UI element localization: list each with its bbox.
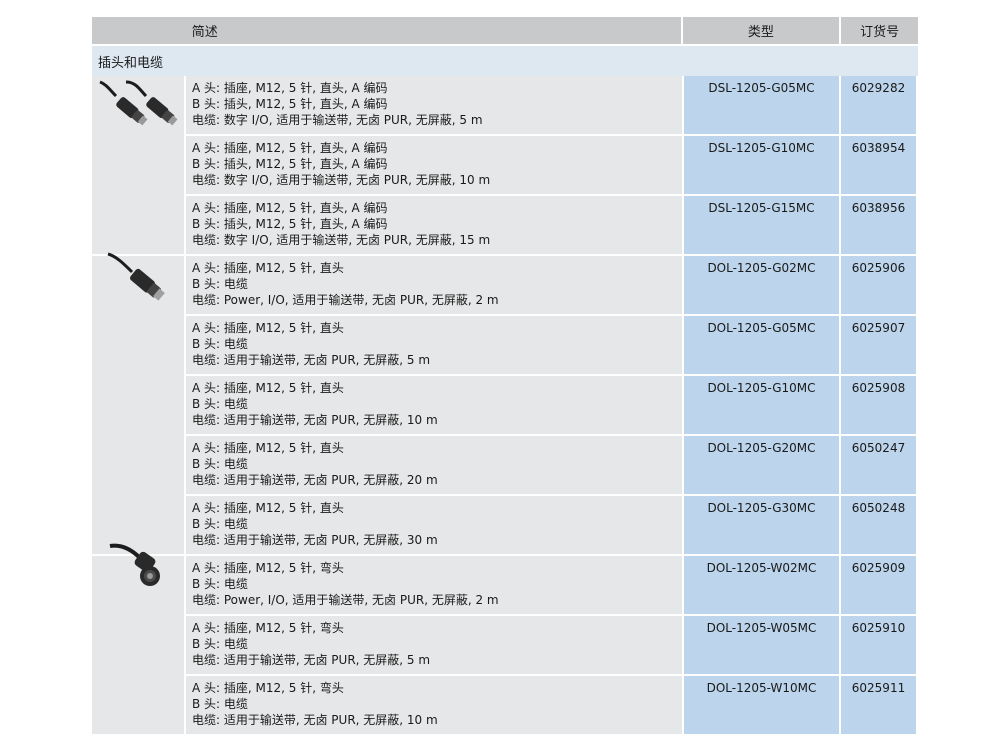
order-number-cell: 6029282: [839, 76, 916, 134]
type-cell: DOL-1205-G02MC: [682, 256, 839, 314]
image-cell: [92, 134, 184, 194]
table-row: A 头: 插座, M12, 5 针, 直头 B 头: 电缆电缆: 适用于输送带, …: [92, 494, 918, 554]
type-cell: DOL-1205-W05MC: [682, 616, 839, 674]
order-number-cell: 6025908: [839, 376, 916, 434]
table-row: A 头: 插座, M12, 5 针, 直头 B 头: 电缆电缆: 适用于输送带, …: [92, 374, 918, 434]
order-number-cell: 6025906: [839, 256, 916, 314]
connector-a-line: A 头: 插座, M12, 5 针, 直头: [192, 441, 344, 455]
connector-b-line: B 头: 电缆: [192, 457, 248, 471]
table-row: A 头: 插座, M12, 5 针, 直头, A 编码 B 头: 插头, M12,…: [92, 76, 918, 134]
product-table: 简述 类型 订货号 插头和电缆 A 头: 插座, M12, 5 针, 直头, A…: [92, 17, 918, 734]
single-m12-angled-cable-icon: [109, 543, 160, 586]
table-row: A 头: 插座, M12, 5 针, 直头, A 编码 B 头: 插头, M12,…: [92, 194, 918, 254]
order-number-cell: 6038956: [839, 196, 916, 254]
table-row: A 头: 插座, M12, 5 针, 直头 B 头: 电缆电缆: Power, I…: [92, 254, 918, 314]
order-number-cell: 6025911: [839, 676, 916, 734]
connector-a-line: A 头: 插座, M12, 5 针, 弯头: [192, 681, 344, 695]
table-row: A 头: 插座, M12, 5 针, 直头 B 头: 电缆电缆: 适用于输送带, …: [92, 314, 918, 374]
single-m12-straight-cable-icon: [107, 252, 165, 301]
cable-line: 电缆: Power, I/O, 适用于输送带, 无卤 PUR, 无屏蔽, 2 m: [192, 593, 499, 607]
type-cell: DSL-1205-G15MC: [682, 196, 839, 254]
order-number-cell: 6025907: [839, 316, 916, 374]
image-cell: [92, 314, 184, 374]
description-cell: A 头: 插座, M12, 5 针, 直头, A 编码 B 头: 插头, M12,…: [184, 76, 682, 134]
type-cell: DOL-1205-W02MC: [682, 556, 839, 614]
table-row: A 头: 插座, M12, 5 针, 弯头 B 头: 电缆 电缆: 适用于输送带, …: [92, 674, 918, 734]
connector-a-line: A 头: 插座, M12, 5 针, 直头: [192, 381, 344, 395]
table-row: A 头: 插座, M12, 5 针, 弯头 B 头: 电缆电缆: Power, I…: [92, 554, 918, 614]
cable-line: 电缆: 适用于输送带, 无卤 PUR, 无屏蔽, 5 m: [192, 353, 431, 367]
description-cell: A 头: 插座, M12, 5 针, 直头 B 头: 电缆电缆: 适用于输送带, …: [184, 316, 682, 374]
order-number-cell: 6025910: [839, 616, 916, 674]
type-cell: DOL-1205-G30MC: [682, 496, 839, 554]
connector-b-line: B 头: 电缆: [192, 517, 248, 531]
description-cell: A 头: 插座, M12, 5 针, 弯头 B 头: 电缆 电缆: 适用于输送带, …: [184, 676, 682, 734]
cable-line: 电缆: 适用于输送带, 无卤 PUR, 无屏蔽, 20 m: [192, 473, 438, 487]
cable-line: 电缆: 数字 I/O, 适用于输送带, 无卤 PUR, 无屏蔽, 10 m: [192, 173, 491, 187]
cable-line: 电缆: 数字 I/O, 适用于输送带, 无卤 PUR, 无屏蔽, 15 m: [192, 233, 491, 247]
cable-line: 电缆: 适用于输送带, 无卤 PUR, 无屏蔽, 30 m: [192, 533, 438, 547]
table-body: A 头: 插座, M12, 5 针, 直头, A 编码 B 头: 插头, M12,…: [92, 76, 918, 734]
connector-b-line: B 头: 插头, M12, 5 针, 直头, A 编码: [192, 217, 388, 231]
connector-b-line: B 头: 电缆: [192, 637, 248, 651]
connector-b-line: B 头: 电缆: [192, 277, 248, 291]
connector-b-line: B 头: 电缆: [192, 337, 248, 351]
description-cell: A 头: 插座, M12, 5 针, 直头 B 头: 电缆电缆: 适用于输送带, …: [184, 496, 682, 554]
cable-line: 电缆: 适用于输送带, 无卤 PUR, 无屏蔽, 10 m: [192, 413, 438, 427]
type-cell: DOL-1205-G10MC: [682, 376, 839, 434]
order-number-cell: 6025909: [839, 556, 916, 614]
table-row: A 头: 插座, M12, 5 针, 直头 B 头: 电缆电缆: 适用于输送带, …: [92, 434, 918, 494]
description-cell: A 头: 插座, M12, 5 针, 直头, A 编码 B 头: 插头, M12,…: [184, 136, 682, 194]
image-cell: [92, 614, 184, 674]
section-title: 插头和电缆: [92, 46, 918, 76]
description-cell: A 头: 插座, M12, 5 针, 直头 B 头: 电缆电缆: Power, I…: [184, 256, 682, 314]
header-description: 简述: [191, 25, 218, 40]
type-cell: DOL-1205-G20MC: [682, 436, 839, 494]
description-cell: A 头: 插座, M12, 5 针, 弯头 B 头: 电缆电缆: 适用于输送带, …: [184, 616, 682, 674]
type-cell: DSL-1205-G10MC: [682, 136, 839, 194]
cable-line: 电缆: 适用于输送带, 无卤 PUR, 无屏蔽, 5 m: [192, 653, 431, 667]
connector-a-line: A 头: 插座, M12, 5 针, 直头, A 编码: [192, 81, 388, 95]
header-order-number: 订货号: [839, 17, 918, 44]
order-number-cell: 6050248: [839, 496, 916, 554]
connector-a-line: A 头: 插座, M12, 5 针, 直头: [192, 261, 344, 275]
connector-b-line: B 头: 插头, M12, 5 针, 直头, A 编码: [192, 97, 388, 111]
connector-a-line: A 头: 插座, M12, 5 针, 直头: [192, 501, 344, 515]
header-type: 类型: [680, 17, 840, 44]
description-cell: A 头: 插座, M12, 5 针, 直头 B 头: 电缆电缆: 适用于输送带, …: [184, 436, 682, 494]
cable-line: 电缆: 适用于输送带, 无卤 PUR, 无屏蔽, 10 m: [192, 713, 438, 727]
type-cell: DOL-1205-G05MC: [682, 316, 839, 374]
connector-a-line: A 头: 插座, M12, 5 针, 直头, A 编码: [192, 201, 388, 215]
table-row: A 头: 插座, M12, 5 针, 直头, A 编码 B 头: 插头, M12,…: [92, 134, 918, 194]
description-cell: A 头: 插座, M12, 5 针, 直头, A 编码 B 头: 插头, M12,…: [184, 196, 682, 254]
connector-a-line: A 头: 插座, M12, 5 针, 弯头: [192, 561, 344, 575]
table-header: 简述 类型 订货号: [92, 17, 918, 44]
cable-line: 电缆: Power, I/O, 适用于输送带, 无卤 PUR, 无屏蔽, 2 m: [192, 293, 499, 307]
image-cell: [92, 194, 184, 254]
connector-b-line: B 头: 电缆: [192, 577, 248, 591]
image-cell: [92, 674, 184, 734]
type-cell: DOL-1205-W10MC: [682, 676, 839, 734]
image-cell: [92, 434, 184, 494]
type-cell: DSL-1205-G05MC: [682, 76, 839, 134]
order-number-cell: 6050247: [839, 436, 916, 494]
order-number-cell: 6038954: [839, 136, 916, 194]
connector-a-line: A 头: 插座, M12, 5 针, 直头, A 编码: [192, 141, 388, 155]
description-cell: A 头: 插座, M12, 5 针, 直头 B 头: 电缆电缆: 适用于输送带, …: [184, 376, 682, 434]
double-m12-straight-cable-icon: [99, 80, 178, 126]
connector-a-line: A 头: 插座, M12, 5 针, 弯头: [192, 621, 344, 635]
header-image-cell: [92, 17, 184, 44]
description-cell: A 头: 插座, M12, 5 针, 弯头 B 头: 电缆电缆: Power, I…: [184, 556, 682, 614]
table-row: A 头: 插座, M12, 5 针, 弯头 B 头: 电缆电缆: 适用于输送带, …: [92, 614, 918, 674]
cable-line: 电缆: 数字 I/O, 适用于输送带, 无卤 PUR, 无屏蔽, 5 m: [192, 113, 483, 127]
connector-a-line: A 头: 插座, M12, 5 针, 直头: [192, 321, 344, 335]
image-cell: [92, 374, 184, 434]
connector-b-line: B 头: 电缆: [192, 397, 248, 411]
connector-b-line: B 头: 插头, M12, 5 针, 直头, A 编码: [192, 157, 388, 171]
